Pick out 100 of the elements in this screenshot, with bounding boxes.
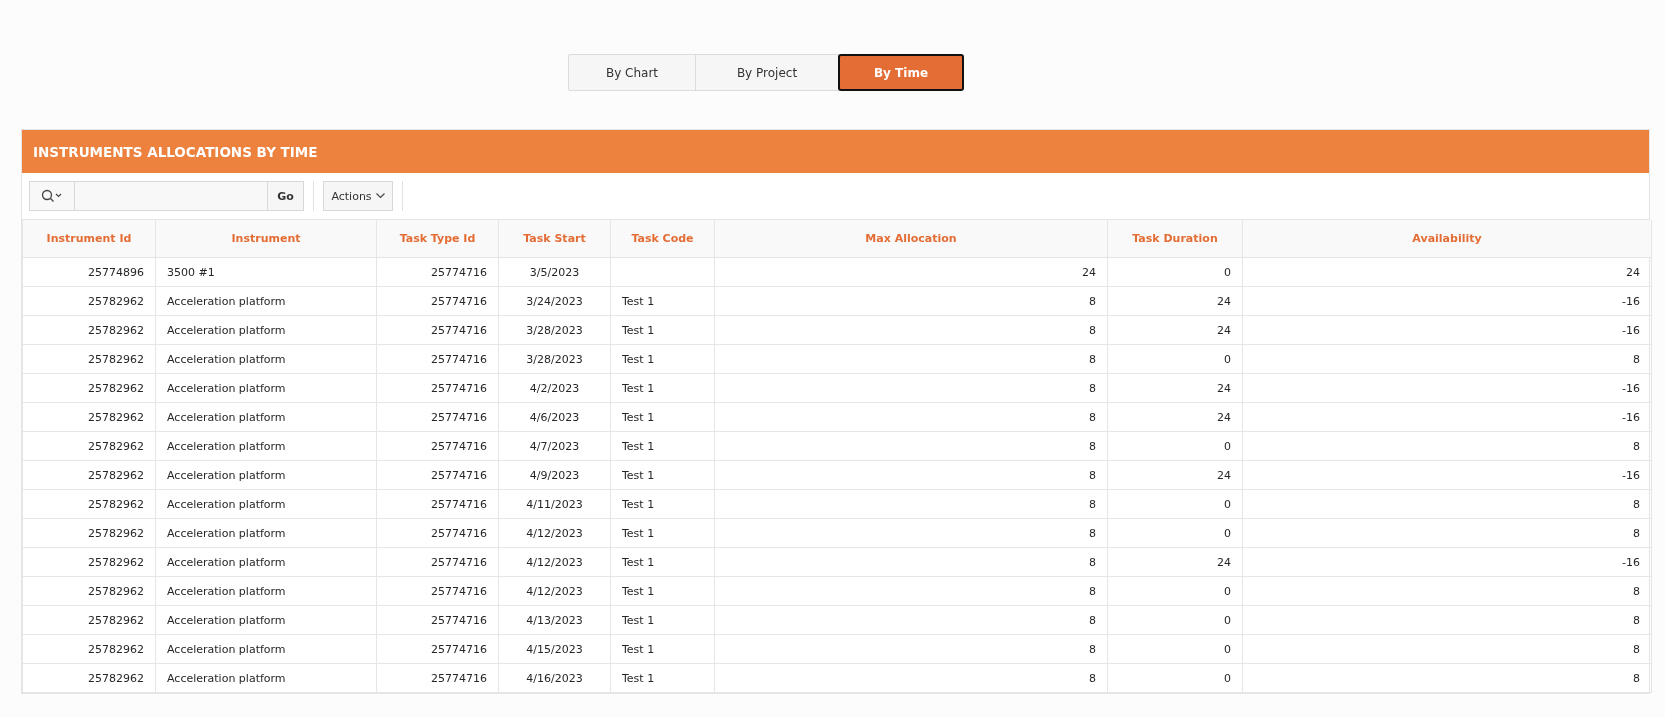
table-cell: 25774716 — [431, 613, 487, 627]
table-cell: 8 — [1633, 584, 1640, 598]
column-header[interactable]: Instrument — [155, 220, 377, 258]
table-cell: -16 — [1622, 381, 1640, 395]
table-cell: 0 — [1224, 613, 1231, 627]
actions-button[interactable]: Actions — [323, 181, 393, 211]
table-cell: 4/15/2023 — [526, 642, 583, 656]
table-cell: 24 — [1626, 265, 1640, 279]
table-cell: Acceleration platform — [167, 613, 286, 627]
table-cell: Acceleration platform — [167, 584, 286, 598]
table-cell: 25774896 — [88, 265, 144, 279]
table-cell: 25774716 — [431, 294, 487, 308]
column-header[interactable]: Availability — [1242, 220, 1652, 258]
table-cell: 25774716 — [431, 323, 487, 337]
table-cell: Acceleration platform — [167, 439, 286, 453]
table-cell: Test 1 — [622, 526, 655, 540]
table-cell: 25782962 — [88, 468, 144, 482]
table-cell: Test 1 — [622, 352, 655, 366]
table-cell: 3/24/2023 — [526, 294, 583, 308]
table-cell: 25774716 — [431, 352, 487, 366]
table-cell: 4/12/2023 — [526, 555, 583, 569]
table-cell: 8 — [1089, 613, 1096, 627]
table-cell: 25782962 — [88, 497, 144, 511]
table-cell: 0 — [1224, 584, 1231, 598]
table-cell: 4/9/2023 — [529, 468, 580, 482]
table-cell: 25782962 — [88, 584, 144, 598]
table-cell: 8 — [1089, 642, 1096, 656]
table-cell: Test 1 — [622, 468, 655, 482]
table-cell: 8 — [1089, 410, 1096, 424]
table-cell: Acceleration platform — [167, 497, 286, 511]
table-cell: Test 1 — [622, 555, 655, 569]
table-cell: 25782962 — [88, 294, 144, 308]
table-cell: 8 — [1633, 352, 1640, 366]
table-cell: 25782962 — [88, 439, 144, 453]
table-cell: 4/12/2023 — [526, 584, 583, 598]
table-cell: 25782962 — [88, 671, 144, 685]
table-cell: Acceleration platform — [167, 381, 286, 395]
table-cell: 3/5/2023 — [529, 265, 580, 279]
table-cell: 25782962 — [88, 613, 144, 627]
table-cell: 3/28/2023 — [526, 323, 583, 337]
table-cell: 4/11/2023 — [526, 497, 583, 511]
column-header[interactable]: Task Start — [498, 220, 611, 258]
table-cell: 25782962 — [88, 642, 144, 656]
table-cell: 25774716 — [431, 584, 487, 598]
column-header[interactable]: Task Duration — [1107, 220, 1243, 258]
table-cell: 25774716 — [431, 265, 487, 279]
table-cell: 25782962 — [88, 381, 144, 395]
table-cell: -16 — [1622, 410, 1640, 424]
table-cell: Test 1 — [622, 439, 655, 453]
table-cell: 24 — [1217, 323, 1231, 337]
table-cell: 4/6/2023 — [529, 410, 580, 424]
table-cell: Acceleration platform — [167, 642, 286, 656]
table-cell: Acceleration platform — [167, 526, 286, 540]
column-header[interactable]: Max Allocation — [714, 220, 1108, 258]
table-cell: 25774716 — [431, 410, 487, 424]
table-cell: 25774716 — [431, 468, 487, 482]
table-cell: 8 — [1633, 613, 1640, 627]
table-cell: 8 — [1089, 439, 1096, 453]
table-cell: 8 — [1089, 497, 1096, 511]
column-header[interactable]: Task Code — [610, 220, 715, 258]
table-cell: -16 — [1622, 294, 1640, 308]
table-cell: 25774716 — [431, 671, 487, 685]
table-cell: Acceleration platform — [167, 555, 286, 569]
table-cell: 25774716 — [431, 526, 487, 540]
table-cell: 25774716 — [431, 642, 487, 656]
table-cell: 4/2/2023 — [529, 381, 580, 395]
table-cell: -16 — [1622, 555, 1640, 569]
table-cell: 3/28/2023 — [526, 352, 583, 366]
table-cell: 4/13/2023 — [526, 613, 583, 627]
table-cell: Test 1 — [622, 642, 655, 656]
view-tab[interactable]: By Project — [695, 54, 839, 91]
table-cell: 8 — [1089, 555, 1096, 569]
table-cell: 25774716 — [431, 497, 487, 511]
caret-icon — [375, 193, 385, 199]
table-cell: 24 — [1217, 468, 1231, 482]
table-cell: Acceleration platform — [167, 468, 286, 482]
view-tab[interactable]: By Time — [838, 54, 964, 91]
table-cell: 4/12/2023 — [526, 526, 583, 540]
table-cell: Test 1 — [622, 323, 655, 337]
table-cell: Test 1 — [622, 613, 655, 627]
table-cell: -16 — [1622, 468, 1640, 482]
table-cell: 25774716 — [431, 439, 487, 453]
region-title: INSTRUMENTS ALLOCATIONS BY TIME — [33, 143, 318, 160]
table-cell: 0 — [1224, 352, 1231, 366]
table-cell: 8 — [1633, 642, 1640, 656]
table-cell: 8 — [1633, 497, 1640, 511]
table-cell: Acceleration platform — [167, 352, 286, 366]
table-cell: 0 — [1224, 671, 1231, 685]
column-header[interactable]: Task Type Id — [376, 220, 499, 258]
table-cell: 24 — [1217, 381, 1231, 395]
table-cell: 25782962 — [88, 410, 144, 424]
table-cell: 25782962 — [88, 323, 144, 337]
search-field[interactable]: Go — [29, 181, 304, 211]
table-cell: 0 — [1224, 265, 1231, 279]
column-header[interactable]: Instrument Id — [22, 220, 156, 258]
table-cell: 8 — [1089, 352, 1096, 366]
table-cell: 25782962 — [88, 555, 144, 569]
table-cell: 0 — [1224, 642, 1231, 656]
table-cell: 8 — [1089, 323, 1096, 337]
view-tab[interactable]: By Chart — [568, 54, 696, 91]
